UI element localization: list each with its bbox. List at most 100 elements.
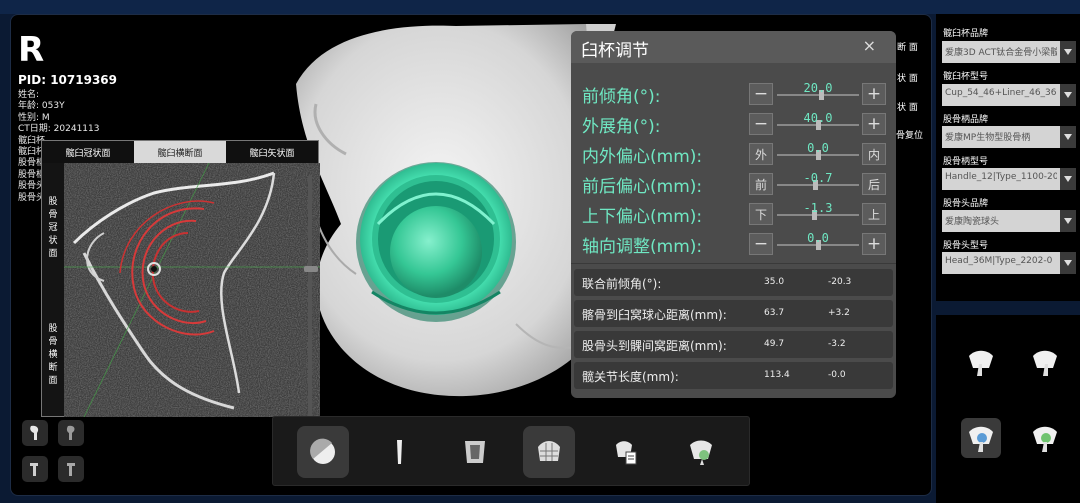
pelvis-tool-button[interactable] — [523, 426, 575, 478]
cup-model-label: 髋臼杯型号 — [943, 72, 989, 82]
inclination-value: 40.0 — [803, 111, 833, 125]
axial-increase-button[interactable]: + — [862, 233, 886, 255]
control-anterior-posterior: 前后偏心(mm): 前 -0.7 后 — [571, 169, 896, 199]
tab-acetabulum-sagittal[interactable]: 髋臼矢状面 — [226, 141, 318, 163]
reduction-tool-button[interactable] — [675, 426, 727, 478]
stem-tool-button[interactable] — [373, 426, 425, 478]
chevron-down-icon[interactable] — [1060, 126, 1076, 148]
ct-slice-scrollbar[interactable] — [308, 175, 312, 417]
result-value: 113.4 — [764, 370, 790, 380]
stem-icon — [397, 440, 402, 464]
stem-side-view-icon[interactable] — [58, 456, 84, 482]
posterior-button[interactable]: 后 — [862, 173, 886, 195]
stem-model-select[interactable]: Handle_12|Type_1100-20 — [942, 168, 1076, 190]
result-row-combined-anteversion: 联合前倾角(°): 35.0 -20.3 — [574, 269, 893, 296]
stem-model-label: 股骨柄型号 — [943, 157, 989, 167]
result-label: 股骨头到髁间窝距离(mm): — [582, 339, 727, 353]
dialog-header: 臼杯调节 × — [571, 31, 896, 63]
result-label: 髂骨到臼窝球心距离(mm): — [582, 308, 727, 322]
medial-button[interactable]: 内 — [862, 143, 886, 165]
axial-value: 0.0 — [807, 231, 829, 245]
hip-front-view-button[interactable] — [961, 342, 1001, 382]
anteversion-increase-button[interactable]: + — [862, 83, 886, 105]
hip-cup-view-button[interactable] — [961, 418, 1001, 458]
stem-brand-label: 股骨柄品牌 — [943, 115, 989, 125]
lateral-button[interactable]: 外 — [749, 143, 773, 165]
femur-coronal-label[interactable]: 股骨冠状面 — [47, 196, 59, 261]
result-row-femoral-head-distance: 股骨头到髁间窝距离(mm): 49.7 -3.2 — [574, 331, 893, 358]
stem-brand-select[interactable]: 爱康MP生物型股骨柄 — [942, 126, 1076, 148]
top-bar — [0, 0, 1080, 14]
report-tool-button[interactable] — [599, 426, 651, 478]
tab-acetabulum-transverse[interactable]: 髋臼横断面 — [134, 141, 226, 163]
result-delta: -20.3 — [828, 277, 852, 287]
superior-inferior-value: -1.3 — [803, 201, 833, 215]
hip-front-icon — [969, 350, 993, 376]
sidebar-divider — [936, 301, 1080, 315]
ct-slice-scroll-handle[interactable] — [304, 266, 318, 272]
select-value: Head_36M|Type_2202-0 — [945, 256, 1053, 266]
control-anteversion: 前倾角(°): − 20.0 + — [571, 79, 896, 109]
anterior-posterior-value: -0.7 — [803, 171, 833, 185]
close-icon[interactable]: × — [863, 36, 876, 55]
result-delta: -0.0 — [828, 370, 846, 380]
femur-view-icon[interactable] — [22, 420, 48, 446]
liner-icon — [465, 441, 485, 463]
hip-side-icon — [1033, 350, 1057, 376]
head-brand-label: 股骨头品牌 — [943, 199, 989, 209]
view-label-sagittal[interactable]: 状 面 — [897, 71, 918, 84]
stem-view-icon[interactable] — [22, 456, 48, 482]
cup-brand-select[interactable]: 爱康3D ACT钛合金骨小梁髋臼杯 — [942, 41, 1076, 63]
chevron-down-icon[interactable] — [1060, 210, 1076, 232]
control-inclination: 外展角(°): − 40.0 + — [571, 109, 896, 139]
control-label: 上下偏心(mm): — [582, 207, 703, 227]
axial-decrease-button[interactable]: − — [749, 233, 773, 255]
ct-slice-image[interactable] — [64, 163, 320, 417]
anteversion-value: 20.0 — [803, 81, 833, 95]
control-medial-lateral: 内外偏心(mm): 外 0.0 内 — [571, 139, 896, 169]
result-value: 63.7 — [764, 308, 785, 318]
dialog-title: 臼杯调节 — [581, 41, 649, 61]
chevron-down-icon[interactable] — [1060, 84, 1076, 106]
anterior-button[interactable]: 前 — [749, 173, 773, 195]
result-value: 49.7 — [764, 339, 785, 349]
chevron-down-icon[interactable] — [1060, 168, 1076, 190]
select-value: 爱康3D ACT钛合金骨小梁髋臼杯 — [945, 48, 1057, 58]
result-delta: -3.2 — [828, 339, 846, 349]
hip-report-icon — [616, 441, 637, 465]
select-value: Handle_12|Type_1100-20 — [945, 172, 1057, 182]
liner-tool-button[interactable] — [449, 426, 501, 478]
chevron-down-icon[interactable] — [1060, 252, 1076, 274]
info-line: 姓名: — [18, 90, 40, 100]
cup-tool-button[interactable] — [297, 426, 349, 478]
hip-side-view-button[interactable] — [1025, 342, 1065, 382]
cup-model-select[interactable]: Cup_54_46+Liner_46_36 — [942, 84, 1076, 106]
medial-lateral-value: 0.0 — [807, 141, 829, 155]
inclination-decrease-button[interactable]: − — [749, 113, 773, 135]
control-label: 前倾角(°): — [582, 87, 661, 107]
ct-slice-panel[interactable]: 髋臼冠状面 髋臼横断面 髋臼矢状面 股骨冠状面 股骨横断面 — [41, 140, 320, 417]
anteversion-decrease-button[interactable]: − — [749, 83, 773, 105]
implant-sidebar: 髋臼杯品牌 爱康3D ACT钛合金骨小梁髋臼杯 髋臼杯型号 Cup_54_46+… — [936, 14, 1080, 503]
hip-reduction-view-button[interactable] — [1025, 418, 1065, 458]
head-brand-select[interactable]: 爱康陶瓷球头 — [942, 210, 1076, 232]
select-value: 爱康陶瓷球头 — [945, 217, 1000, 227]
view-label-reduction[interactable]: 骨复位 — [896, 128, 923, 141]
femur-side-view-icon[interactable] — [58, 420, 84, 446]
inclination-increase-button[interactable]: + — [862, 113, 886, 135]
side-indicator: R — [18, 30, 45, 70]
pelvis-grid-icon — [538, 441, 560, 461]
head-model-select[interactable]: Head_36M|Type_2202-0 — [942, 252, 1076, 274]
head-model-label: 股骨头型号 — [943, 241, 989, 251]
control-label: 轴向调整(mm): — [582, 237, 703, 257]
info-line: CT日期: 20241113 — [18, 124, 100, 135]
cup-brand-label: 髋臼杯品牌 — [943, 29, 989, 39]
superior-button[interactable]: 上 — [862, 203, 886, 225]
tab-acetabulum-coronal[interactable]: 髋臼冠状面 — [42, 141, 134, 163]
dialog-divider — [571, 263, 896, 264]
chevron-down-icon[interactable] — [1060, 41, 1076, 63]
inferior-button[interactable]: 下 — [749, 203, 773, 225]
view-label-coronal[interactable]: 状 面 — [897, 100, 918, 113]
view-label-transverse[interactable]: 断 面 — [897, 40, 918, 53]
femur-transverse-label[interactable]: 股骨横断面 — [47, 323, 59, 388]
